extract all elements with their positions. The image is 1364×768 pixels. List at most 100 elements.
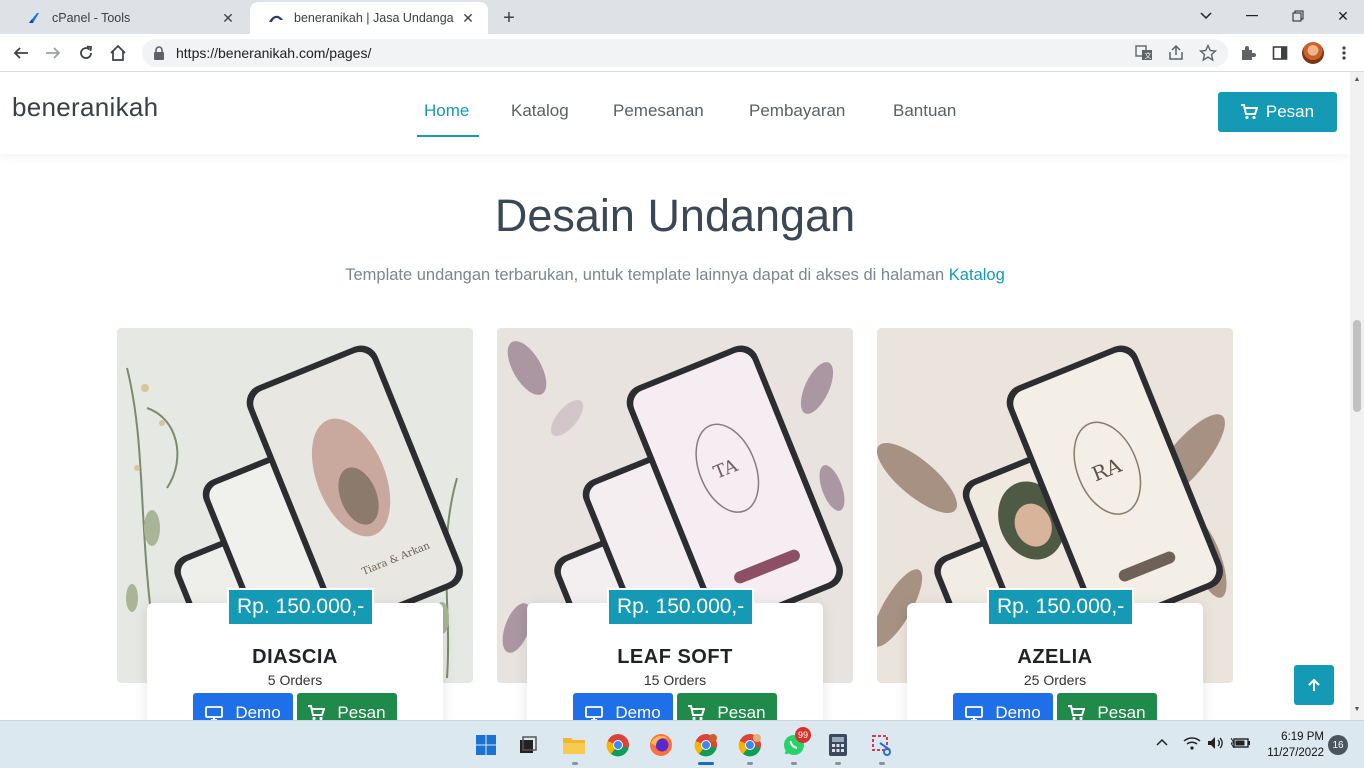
close-tab-icon[interactable]: ✕ — [220, 10, 236, 26]
active-nav-indicator — [417, 135, 479, 137]
notification-count-badge[interactable]: 16 — [1328, 735, 1348, 755]
product-name: LEAF SOFT — [617, 646, 733, 668]
chrome-profile-icon[interactable] — [692, 731, 720, 759]
chrome-icon[interactable] — [604, 731, 632, 759]
scroll-up-arrow-icon[interactable]: ▲ — [1353, 76, 1361, 83]
site-brand-logo[interactable]: beneranikah — [12, 92, 158, 123]
task-view-icon[interactable] — [514, 731, 542, 759]
close-tab-icon[interactable]: ✕ — [460, 10, 476, 26]
nav-link-katalog[interactable]: Katalog — [511, 101, 569, 121]
minimize-icon[interactable] — [1238, 4, 1266, 28]
tab-search-chevron-icon[interactable] — [1192, 4, 1220, 28]
whatsapp-badge: 99 — [795, 727, 811, 743]
bookmark-star-icon[interactable] — [1196, 41, 1220, 65]
chrome-secondary-running-indicator — [747, 762, 753, 765]
product-card-diascia: Tiara & Arkan Rp. 150.000,- DIASCIA 5 Or… — [117, 328, 473, 720]
browser-toolbar: https://beneranikah.com/pages/ 文 — [0, 34, 1364, 72]
monitor-icon — [965, 705, 984, 720]
page-scrollbar[interactable]: ▲ ▼ — [1350, 72, 1364, 720]
tab-title: beneranikah | Jasa Undangan Pernikahan — [294, 11, 454, 25]
demo-button-label: Demo — [235, 703, 281, 720]
section-subtitle-text: Template undangan terbarukan, untuk temp… — [345, 266, 945, 284]
extensions-icon[interactable] — [1236, 41, 1260, 65]
order-button-label: Pesan — [337, 703, 386, 720]
chrome-secondary-icon[interactable] — [736, 731, 764, 759]
scrollbar-thumb[interactable] — [1353, 320, 1361, 412]
chrome-active-indicator — [698, 762, 714, 765]
battery-charging-icon[interactable] — [1230, 736, 1251, 753]
web-page: beneranikah Home Katalog Pemesanan Pemba… — [0, 72, 1350, 720]
header-order-button[interactable]: Pesan — [1218, 92, 1337, 132]
demo-button-label: Demo — [995, 703, 1041, 720]
side-panel-icon[interactable] — [1268, 41, 1292, 65]
reload-icon[interactable] — [74, 41, 98, 65]
product-name: AZELIA — [1017, 646, 1093, 668]
header-order-label: Pesan — [1265, 102, 1315, 121]
demo-button[interactable]: Demo — [193, 693, 293, 720]
share-icon[interactable] — [1164, 41, 1188, 65]
restore-icon[interactable] — [1284, 4, 1312, 28]
demo-button[interactable]: Demo — [953, 693, 1053, 720]
whatsapp-running-indicator — [791, 762, 797, 765]
browser-menu-icon[interactable] — [1332, 41, 1356, 65]
product-orders: 5 Orders — [267, 672, 323, 688]
windows-taskbar: 99 6:19 PM 11/27/2022 16 — [0, 720, 1364, 768]
product-price: Rp. 150.000,- — [607, 588, 755, 626]
section-subtitle: Template undangan terbarukan, untuk temp… — [0, 266, 1350, 285]
nav-link-home[interactable]: Home — [424, 101, 469, 121]
new-tab-icon[interactable]: + — [498, 7, 520, 29]
profile-avatar[interactable] — [1302, 42, 1324, 64]
order-button[interactable]: Pesan — [677, 693, 777, 720]
show-hidden-icons-chevron-icon[interactable] — [1156, 735, 1168, 749]
lock-icon — [154, 46, 164, 60]
address-bar[interactable]: https://beneranikah.com/pages/ — [142, 39, 1228, 67]
order-button[interactable]: Pesan — [1057, 693, 1157, 720]
back-to-top-button[interactable] — [1294, 665, 1334, 705]
clock-time: 6:19 PM — [1281, 731, 1324, 743]
browser-tab-beneranikah[interactable]: beneranikah | Jasa Undangan Pernikahan ✕ — [250, 2, 488, 34]
url-text: https://beneranikah.com/pages/ — [176, 45, 372, 61]
product-orders: 25 Orders — [1023, 672, 1087, 688]
monitor-icon — [205, 705, 224, 720]
system-clock[interactable]: 6:19 PM 11/27/2022 — [1262, 729, 1324, 761]
arrow-up-icon — [1308, 678, 1320, 691]
windows-start-icon[interactable] — [472, 731, 500, 759]
product-card-azelia: RA Rp. 150.000,- AZELIA 25 Orders Demo P… — [877, 328, 1233, 720]
product-name: DIASCIA — [252, 646, 338, 668]
nav-link-pembayaran[interactable]: Pembayaran — [749, 101, 845, 121]
cpanel-favicon-icon — [29, 13, 39, 23]
firefox-icon[interactable] — [647, 731, 675, 759]
cart-icon — [688, 705, 706, 720]
scroll-down-arrow-icon[interactable]: ▼ — [1353, 706, 1361, 713]
volume-icon[interactable] — [1207, 736, 1225, 753]
back-icon[interactable] — [9, 41, 33, 65]
product-card-leaf-soft: TA Rp. 150.000,- LEAF SOFT 15 Orders Dem… — [497, 328, 853, 720]
demo-button[interactable]: Demo — [573, 693, 673, 720]
home-icon[interactable] — [106, 41, 130, 65]
site-navbar: beneranikah Home Katalog Pemesanan Pemba… — [0, 72, 1350, 154]
order-button[interactable]: Pesan — [297, 693, 397, 720]
nav-link-pemesanan[interactable]: Pemesanan — [613, 101, 704, 121]
section-title: Desain Undangan — [494, 190, 856, 241]
katalog-link[interactable]: Katalog — [949, 266, 1005, 284]
svg-text:文: 文 — [1145, 51, 1152, 60]
nav-link-bantuan[interactable]: Bantuan — [893, 101, 956, 121]
order-button-label: Pesan — [1097, 703, 1146, 720]
wifi-icon[interactable] — [1183, 736, 1201, 753]
browser-tab-cpanel[interactable]: cPanel - Tools ✕ — [8, 2, 248, 34]
order-button-label: Pesan — [717, 703, 766, 720]
clock-date: 11/27/2022 — [1267, 747, 1324, 759]
cart-icon — [1240, 104, 1258, 120]
cart-icon — [308, 705, 326, 720]
translate-icon[interactable]: 文 — [1132, 41, 1156, 65]
file-explorer-icon[interactable] — [560, 731, 588, 759]
product-price: Rp. 150.000,- — [227, 588, 375, 626]
close-window-icon[interactable]: ✕ — [1329, 4, 1357, 28]
calculator-icon[interactable] — [824, 731, 852, 759]
browser-tabstrip: cPanel - Tools ✕ beneranikah | Jasa Unda… — [0, 0, 1364, 34]
tab-title: cPanel - Tools — [52, 11, 131, 25]
snipping-tool-icon[interactable] — [868, 731, 896, 759]
product-price: Rp. 150.000,- — [987, 588, 1135, 626]
forward-icon[interactable] — [41, 41, 65, 65]
snipping-tool-running-indicator — [879, 762, 885, 765]
